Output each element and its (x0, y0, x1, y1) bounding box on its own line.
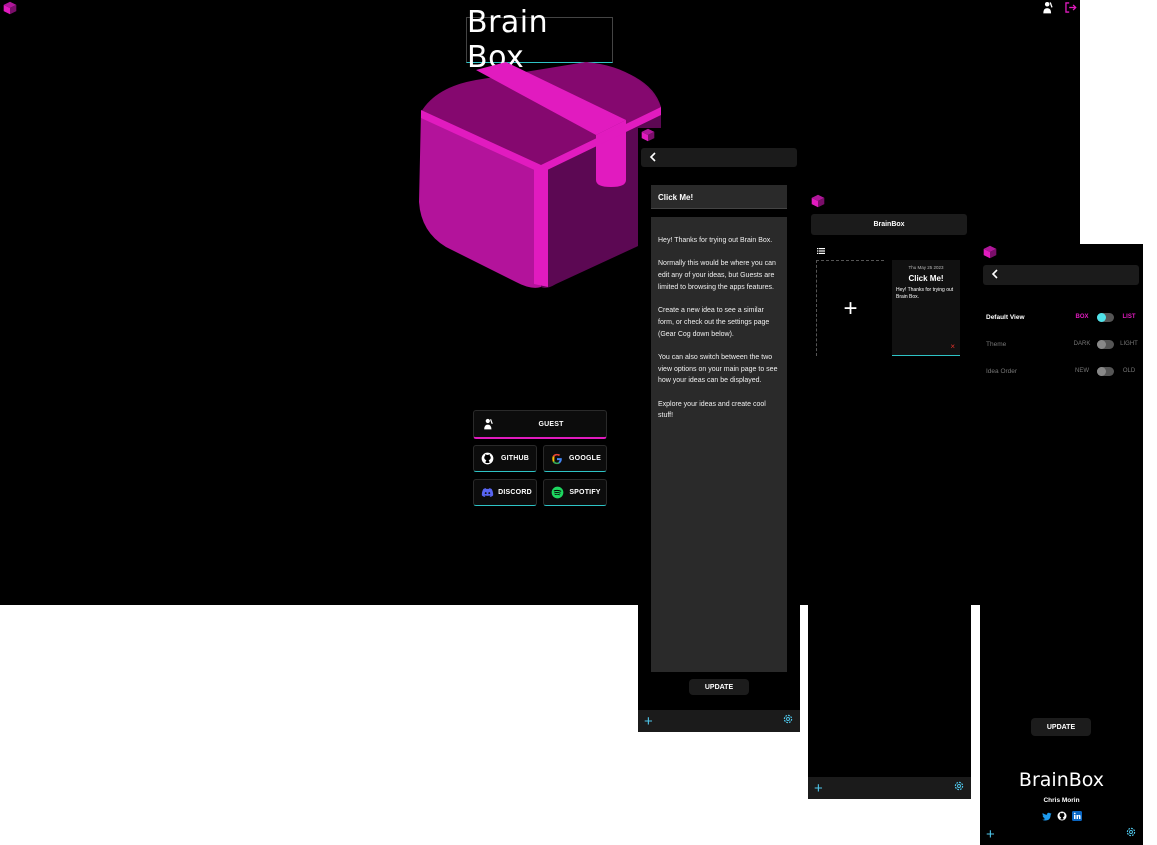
guest-user-icon[interactable] (1041, 0, 1055, 14)
footer-author: Chris Morin (1043, 797, 1080, 804)
idea-order-toggle[interactable] (1097, 366, 1114, 376)
gear-icon[interactable] (782, 712, 794, 730)
option-box[interactable]: BOX (1073, 314, 1091, 320)
update-button[interactable]: UPDATE (689, 679, 749, 695)
body-paragraph: Explore your ideas and create cool stuff… (658, 400, 766, 420)
guest-login-button[interactable]: GUEST (473, 410, 607, 439)
github-icon (480, 452, 494, 466)
bottom-nav: + (808, 777, 971, 799)
github-login-button[interactable]: GITHUB (473, 445, 537, 472)
option-new[interactable]: NEW (1073, 368, 1091, 374)
spotify-icon (550, 486, 564, 500)
discord-icon (480, 486, 494, 500)
bottom-nav: + (638, 710, 800, 732)
google-login-button[interactable]: GOOGLE (543, 445, 607, 472)
github-login-label: GITHUB (500, 455, 530, 462)
add-idea-icon[interactable]: + (644, 714, 653, 729)
default-view-toggle[interactable] (1097, 312, 1114, 322)
home-screen: BrainBox + Thu May 25 2023 Click Me! Hey… (808, 193, 971, 799)
google-login-label: GOOGLE (569, 455, 601, 462)
body-paragraph: Create a new idea to see a similar form,… (658, 307, 770, 338)
brainbox-logo-icon[interactable] (3, 1, 17, 15)
delete-idea-icon[interactable]: × (950, 342, 955, 351)
body-paragraph: You can also switch between the two view… (658, 353, 778, 385)
logout-icon[interactable] (1063, 0, 1077, 14)
option-light[interactable]: LIGHT (1120, 341, 1138, 347)
spotify-login-button[interactable]: SPOTIFY (543, 479, 607, 506)
idea-snippet: Hey! Thanks for trying out Brain Box. (896, 287, 954, 300)
brainbox-logo-icon[interactable] (641, 128, 655, 142)
back-bar (641, 148, 797, 167)
idea-title: Click Me! (908, 274, 944, 283)
setting-label: Idea Order (986, 367, 1018, 375)
theme-toggle[interactable] (1097, 339, 1114, 349)
body-paragraph: Hey! Thanks for trying out Brain Box. (658, 237, 773, 244)
idea-body-field[interactable]: Hey! Thanks for trying out Brain Box. No… (651, 217, 787, 672)
discord-login-button[interactable]: DISCORD (473, 479, 537, 506)
gear-icon[interactable] (1125, 825, 1137, 843)
google-icon (550, 452, 564, 466)
add-idea-card[interactable]: + (816, 260, 884, 356)
body-paragraph: Normally this would be where you can edi… (658, 260, 776, 291)
list-view-icon[interactable] (817, 248, 825, 254)
setting-label: Default View (986, 313, 1025, 321)
add-idea-icon[interactable]: + (814, 781, 823, 796)
discord-login-label: DISCORD (498, 489, 532, 496)
app-title-box: Brain Box (466, 5, 613, 75)
idea-title-field[interactable]: Click Me! (651, 185, 787, 209)
footer-app-title: BrainBox (1018, 769, 1105, 791)
setting-theme: Theme DARK LIGHT (986, 338, 1138, 350)
bottom-nav: + (980, 823, 1143, 845)
top-icons (1041, 0, 1077, 14)
box-hero-icon (419, 62, 661, 288)
settings-screen: Default View BOX LIST Theme DARK LIGHT I… (980, 244, 1143, 845)
idea-editor-screen: Click Me! Hey! Thanks for trying out Bra… (638, 128, 800, 732)
idea-card[interactable]: Thu May 25 2023 Click Me! Hey! Thanks fo… (892, 260, 960, 356)
home-title-bar: BrainBox (811, 214, 967, 235)
back-bar (983, 265, 1139, 285)
setting-default-view: Default View BOX LIST (986, 311, 1138, 323)
brainbox-logo-icon[interactable] (811, 194, 825, 208)
idea-date: Thu May 25 2023 (908, 265, 944, 270)
add-idea-icon[interactable]: + (986, 827, 995, 842)
spotify-login-label: SPOTIFY (569, 489, 601, 496)
brainbox-logo-icon[interactable] (983, 245, 997, 259)
setting-label: Theme (986, 340, 1007, 348)
back-chevron-icon[interactable] (649, 149, 657, 167)
gear-icon[interactable] (953, 779, 965, 797)
update-button[interactable]: UPDATE (1031, 718, 1091, 736)
option-dark[interactable]: DARK (1073, 341, 1091, 347)
guest-login-label: GUEST (538, 420, 564, 428)
guest-user-icon (482, 417, 496, 431)
option-list[interactable]: LIST (1120, 314, 1138, 320)
setting-idea-order: Idea Order NEW OLD (986, 365, 1138, 377)
option-old[interactable]: OLD (1120, 368, 1138, 374)
back-chevron-icon[interactable] (991, 266, 999, 284)
